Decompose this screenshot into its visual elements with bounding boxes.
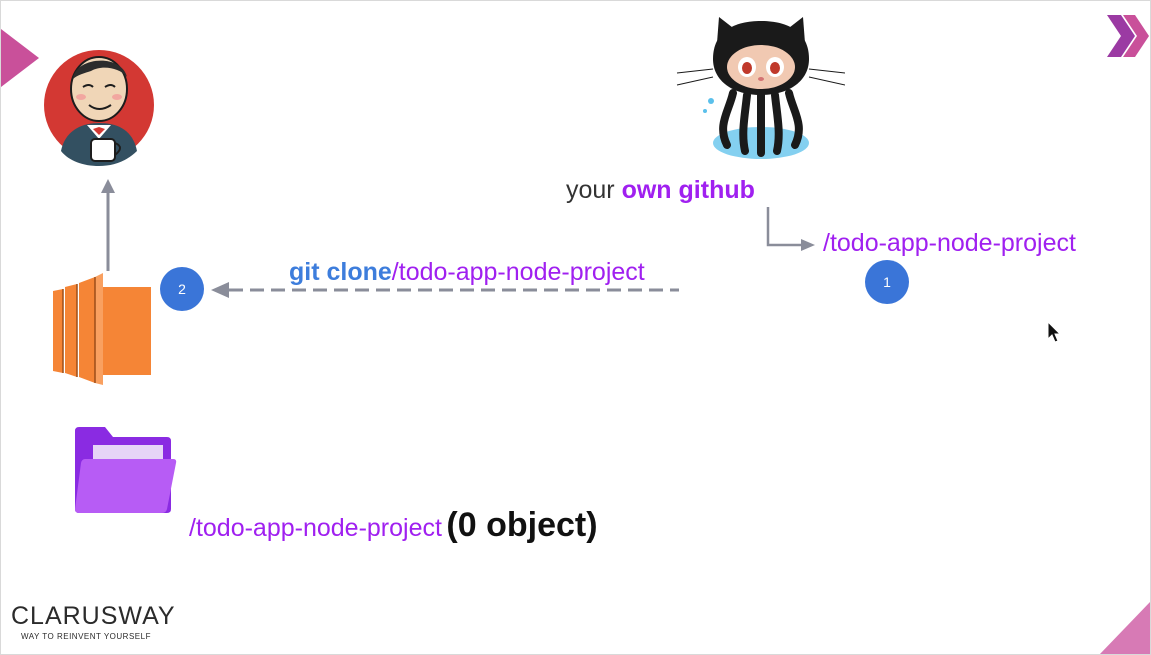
- local-folder-status: (0 object): [446, 506, 598, 544]
- ec2-server-icon: [53, 273, 151, 385]
- step-1-badge: 1: [865, 260, 909, 304]
- brand-logo: CLARUSWAY WAY TO REINVENT YOURSELF: [11, 601, 176, 643]
- corner-triangle-decoration-bottom: [1099, 602, 1150, 654]
- chevron-logo-icon: [1107, 15, 1149, 57]
- step-2-badge: 2: [160, 267, 204, 311]
- corner-triangle-decoration: [1, 29, 39, 87]
- local-folder-path: /todo-app-node-project: [189, 514, 442, 542]
- arrow-server-to-jenkins: [101, 179, 115, 271]
- github-label: your own github: [566, 175, 755, 205]
- slide: 2 git clone/todo-app-node-project your o…: [0, 0, 1151, 655]
- local-folder-label: /todo-app-node-project (0 object): [189, 505, 598, 552]
- jenkins-icon: [44, 50, 154, 166]
- github-to-repo-arrow: [766, 207, 815, 251]
- clone-repo-path: /todo-app-node-project: [391, 258, 645, 286]
- step-1-number: 1: [883, 274, 891, 290]
- step-2-number: 2: [178, 281, 186, 297]
- octocat-icon: [676, 17, 845, 159]
- mouse-cursor-icon: [1047, 321, 1062, 343]
- clone-label: git clone/todo-app-node-project: [289, 257, 645, 287]
- github-label-highlight: own github: [621, 176, 755, 204]
- brand-name: CLARUSWAY: [11, 602, 176, 630]
- folder-icon: [75, 427, 177, 513]
- github-label-prefix: your: [566, 176, 622, 204]
- brand-tagline: WAY TO REINVENT YOURSELF: [21, 632, 151, 641]
- github-repo-path: /todo-app-node-project: [823, 229, 1076, 257]
- git-clone-command: git clone: [289, 258, 392, 286]
